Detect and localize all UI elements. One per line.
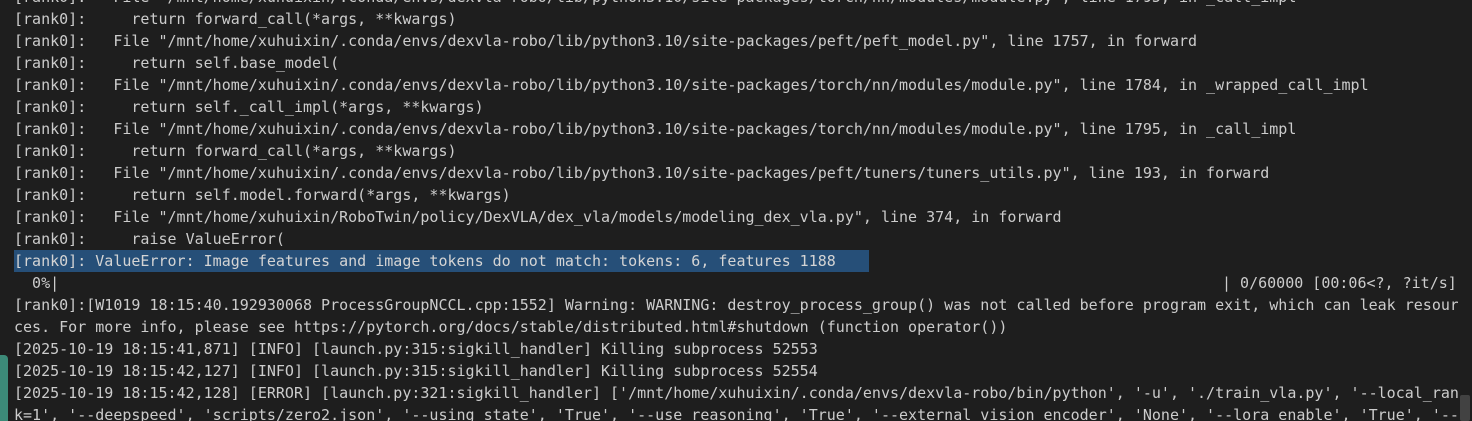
progress-bar-line: 0%| | 0/60000 [00:06<?, ?it/s] — [14, 272, 1458, 294]
terminal-scrollbar[interactable] — [1458, 0, 1472, 421]
terminal-line: [rank0]: return forward_call(*args, **kw… — [14, 10, 457, 28]
terminal-line: [rank0]: File "/mnt/home/xuhuixin/RoboTw… — [14, 208, 1062, 226]
terminal-line: [2025-10-19 18:15:42,127] [INFO] [launch… — [14, 362, 818, 380]
terminal-line: [rank0]: return self.model.forward(*args… — [14, 186, 511, 204]
terminal-line: [2025-10-19 18:15:42,128] [ERROR] [launc… — [14, 384, 1458, 402]
terminal-line: [rank0]: return self._call_impl(*args, *… — [14, 98, 484, 116]
terminal-line: [rank0]: File "/mnt/home/xuhuixin/.conda… — [14, 164, 1270, 182]
scrollbar-thumb[interactable] — [1460, 395, 1470, 421]
terminal-line: [2025-10-19 18:15:41,871] [INFO] [launch… — [14, 340, 818, 358]
error-line-text: [rank0]: ValueError: Image features and … — [14, 250, 869, 272]
terminal-line: k=1', '--deepspeed', 'scripts/zero2.json… — [14, 406, 1458, 421]
selected-error-line[interactable]: [rank0]: ValueError: Image features and … — [14, 250, 1458, 272]
terminal-line: [rank0]: File "/mnt/home/xuhuixin/.conda… — [14, 0, 1458, 8]
terminal-line: [rank0]: File "/mnt/home/xuhuixin/.conda… — [14, 32, 1198, 50]
side-widget-edge — [0, 355, 8, 421]
terminal-output: [rank0]: File "/mnt/home/xuhuixin/.conda… — [14, 0, 1458, 421]
terminal-line: [rank0]: File "/mnt/home/xuhuixin/.conda… — [14, 120, 1297, 138]
terminal-panel[interactable]: [rank0]: File "/mnt/home/xuhuixin/.conda… — [0, 0, 1472, 421]
terminal-line: [rank0]: return self.base_model( — [14, 54, 340, 72]
progress-counter: | 0/60000 [00:06<?, ?it/s] — [1222, 274, 1457, 292]
terminal-line: [rank0]: raise ValueError( — [14, 230, 285, 248]
terminal-line: [rank0]: return forward_call(*args, **kw… — [14, 142, 457, 160]
terminal-line: [rank0]:[W1019 18:15:40.192930068 Proces… — [14, 296, 1458, 314]
terminal-line: [rank0]: File "/mnt/home/xuhuixin/.conda… — [14, 76, 1369, 94]
progress-percent: 0%| — [14, 274, 60, 292]
terminal-line: ces. For more info, please see https://p… — [14, 318, 1008, 336]
